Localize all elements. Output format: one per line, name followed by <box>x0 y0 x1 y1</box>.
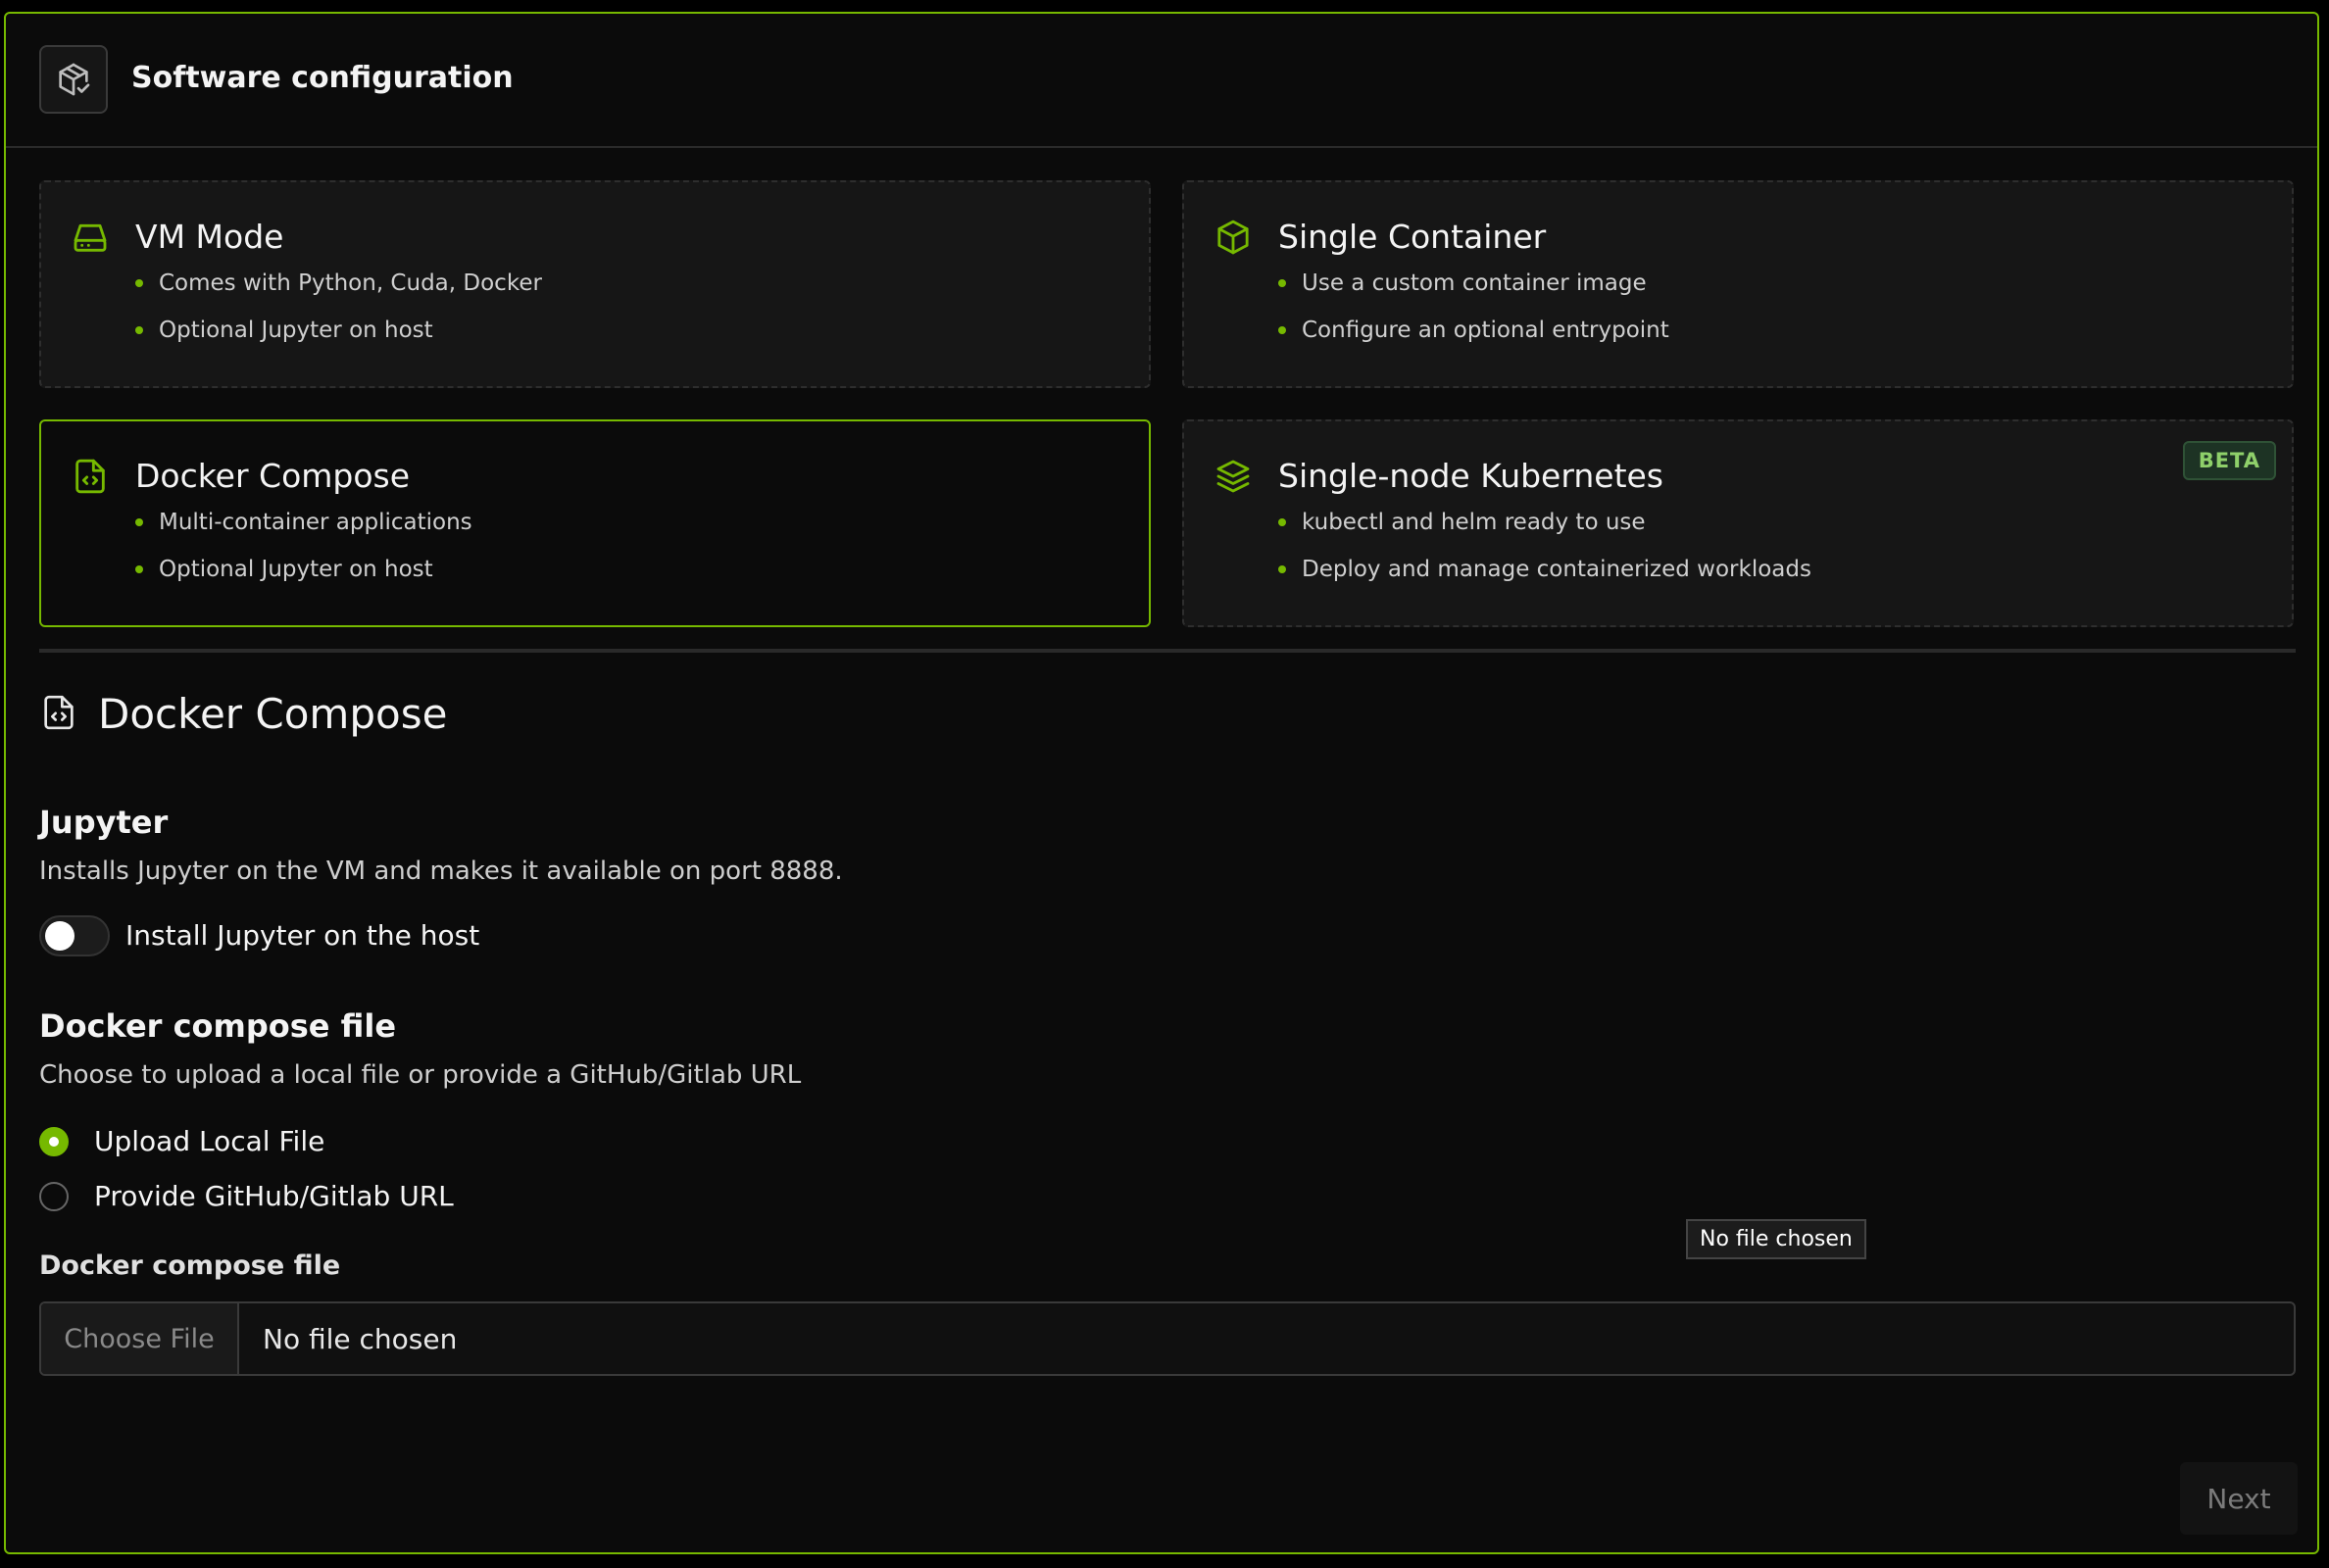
feature-item: Use a custom container image <box>1278 267 1669 314</box>
software-configuration-panel: Software configuration VM Mode Comes wit… <box>4 12 2319 1554</box>
install-jupyter-toggle[interactable] <box>39 915 110 956</box>
mode-card-vm[interactable]: VM Mode Comes with Python, Cuda, Docker … <box>39 180 1151 388</box>
feature-item: kubectl and helm ready to use <box>1278 506 1811 553</box>
jupyter-heading: Jupyter <box>39 804 169 841</box>
mode-card-features: Comes with Python, Cuda, Docker Optional… <box>135 267 542 361</box>
mode-card-single-container[interactable]: Single Container Use a custom container … <box>1182 180 2294 388</box>
feature-item: Multi-container applications <box>135 506 472 553</box>
feature-item: Configure an optional entrypoint <box>1278 314 1669 361</box>
jupyter-description: Installs Jupyter on the VM and makes it … <box>39 857 843 886</box>
file-code-icon <box>39 691 78 738</box>
install-jupyter-label[interactable]: Install Jupyter on the host <box>125 919 479 952</box>
mode-card-kubernetes[interactable]: Single-node Kubernetes BETA kubectl and … <box>1182 419 2294 627</box>
panel-header: Software configuration <box>6 14 2317 148</box>
toggle-knob <box>45 921 74 951</box>
compose-file-input[interactable]: Choose File No file chosen <box>39 1301 2296 1376</box>
choose-file-button[interactable]: Choose File <box>41 1303 239 1374</box>
section-title: Docker Compose <box>98 690 448 738</box>
box-icon <box>1214 218 1253 257</box>
radio-button[interactable] <box>39 1181 69 1211</box>
mode-card-features: Use a custom container image Configure a… <box>1278 267 1669 361</box>
radio-github-url[interactable]: Provide GitHub/Gitlab URL <box>39 1180 454 1212</box>
section-divider <box>39 649 2296 653</box>
hard-drive-icon <box>71 218 110 257</box>
compose-file-label: Docker compose file <box>39 1250 341 1281</box>
compose-description: Choose to upload a local file or provide… <box>39 1060 802 1090</box>
layers-icon <box>1214 457 1253 496</box>
section-heading: Docker Compose <box>39 690 447 738</box>
feature-item: Deploy and manage containerized workload… <box>1278 553 1811 600</box>
file-status: No file chosen <box>263 1322 458 1355</box>
compose-heading: Docker compose file <box>39 1007 397 1045</box>
mode-card-title: VM Mode <box>135 218 284 256</box>
package-check-icon <box>39 45 108 114</box>
radio-upload-local-file[interactable]: Upload Local File <box>39 1125 324 1157</box>
file-tooltip: No file chosen <box>1686 1219 1866 1259</box>
panel-title: Software configuration <box>131 61 514 95</box>
radio-label[interactable]: Upload Local File <box>94 1125 324 1157</box>
mode-card-features: Multi-container applications Optional Ju… <box>135 506 472 600</box>
mode-card-features: kubectl and helm ready to use Deploy and… <box>1278 506 1811 600</box>
mode-card-title: Single Container <box>1278 218 1547 256</box>
beta-badge: BETA <box>2182 441 2276 480</box>
feature-item: Optional Jupyter on host <box>135 314 542 361</box>
feature-item: Optional Jupyter on host <box>135 553 472 600</box>
mode-card-title: Single-node Kubernetes <box>1278 457 1664 495</box>
mode-card-docker-compose[interactable]: Docker Compose Multi-container applicati… <box>39 419 1151 627</box>
file-code-icon <box>71 457 110 496</box>
radio-button[interactable] <box>39 1126 69 1156</box>
next-button[interactable]: Next <box>2180 1462 2298 1535</box>
radio-label[interactable]: Provide GitHub/Gitlab URL <box>94 1180 454 1212</box>
feature-item: Comes with Python, Cuda, Docker <box>135 267 542 314</box>
mode-card-title: Docker Compose <box>135 457 411 495</box>
